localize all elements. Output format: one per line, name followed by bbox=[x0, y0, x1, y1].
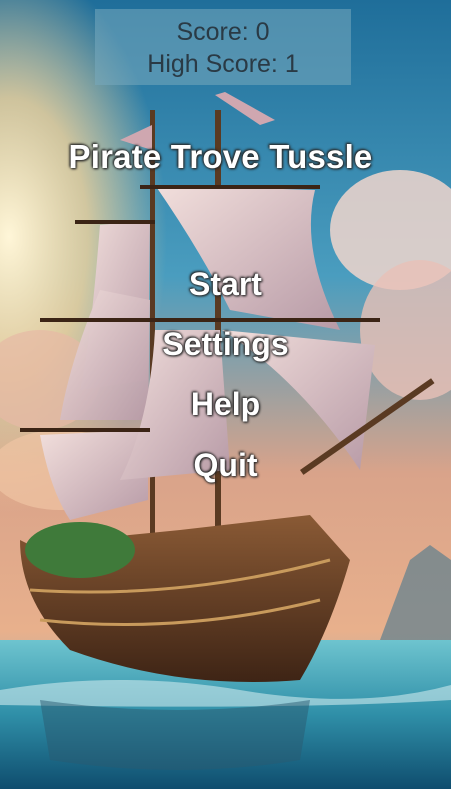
game-main-menu-screen: Score: 0 High Score: 1 Pirate Trove Tuss… bbox=[0, 0, 451, 789]
game-title: Pirate Trove Tussle bbox=[68, 138, 373, 175]
settings-button[interactable]: Settings bbox=[0, 326, 451, 363]
score-panel: Score: 0 High Score: 1 bbox=[95, 9, 351, 85]
start-button[interactable]: Start bbox=[0, 266, 451, 303]
quit-button[interactable]: Quit bbox=[0, 447, 451, 484]
score-label: Score: 0 bbox=[176, 18, 270, 46]
help-button[interactable]: Help bbox=[0, 386, 451, 423]
high-score-label: High Score: 1 bbox=[147, 50, 299, 78]
